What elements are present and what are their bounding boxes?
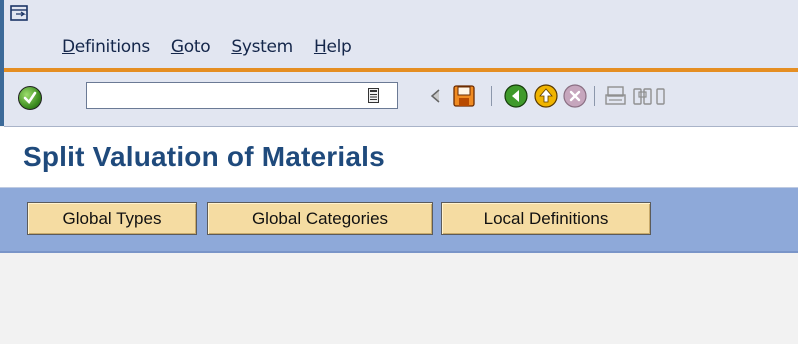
save-icon[interactable]: [451, 83, 477, 109]
find-icon[interactable]: [630, 83, 656, 109]
menu-help-label: elp: [326, 37, 352, 57]
content-area: [0, 253, 798, 344]
window-menu-icon[interactable]: [10, 5, 28, 21]
menu-goto[interactable]: Goto: [170, 37, 211, 57]
collapse-left-icon[interactable]: [423, 83, 449, 109]
find-next-icon[interactable]: [655, 83, 667, 109]
enter-check-icon[interactable]: [18, 86, 42, 110]
menu-definitions-mnemonic: D: [62, 37, 75, 57]
menu-help[interactable]: Help: [314, 37, 352, 57]
menu-definitions-label: efinitions: [74, 37, 150, 57]
global-categories-button[interactable]: Global Categories: [207, 202, 433, 235]
toolbar-separator: [594, 86, 595, 106]
application-toolbar: Global Types Global Categories Local Def…: [0, 187, 798, 253]
menu-goto-label: oto: [183, 37, 211, 57]
back-icon[interactable]: [503, 83, 529, 109]
command-input[interactable]: [91, 85, 365, 107]
print-icon[interactable]: [603, 83, 629, 109]
global-types-button[interactable]: Global Types: [27, 202, 197, 235]
standard-toolbar: [4, 72, 798, 127]
page-title: Split Valuation of Materials: [23, 141, 385, 172]
menu-system[interactable]: System: [231, 37, 293, 57]
menu-system-mnemonic: S: [231, 37, 242, 57]
menu-system-label: ystem: [241, 37, 293, 57]
command-field[interactable]: [86, 82, 398, 109]
menu-definitions[interactable]: Definitions: [62, 37, 150, 57]
menu-goto-mnemonic: G: [170, 37, 184, 57]
title-bar: Split Valuation of Materials: [0, 127, 798, 187]
cancel-icon[interactable]: [562, 83, 588, 109]
command-history-icon[interactable]: [368, 88, 379, 103]
menu-bar: Definitions Goto System Help: [4, 0, 798, 68]
local-definitions-button[interactable]: Local Definitions: [441, 202, 651, 235]
toolbar-separator: [491, 86, 492, 106]
menu-help-mnemonic: H: [313, 37, 327, 57]
exit-icon[interactable]: [533, 83, 559, 109]
